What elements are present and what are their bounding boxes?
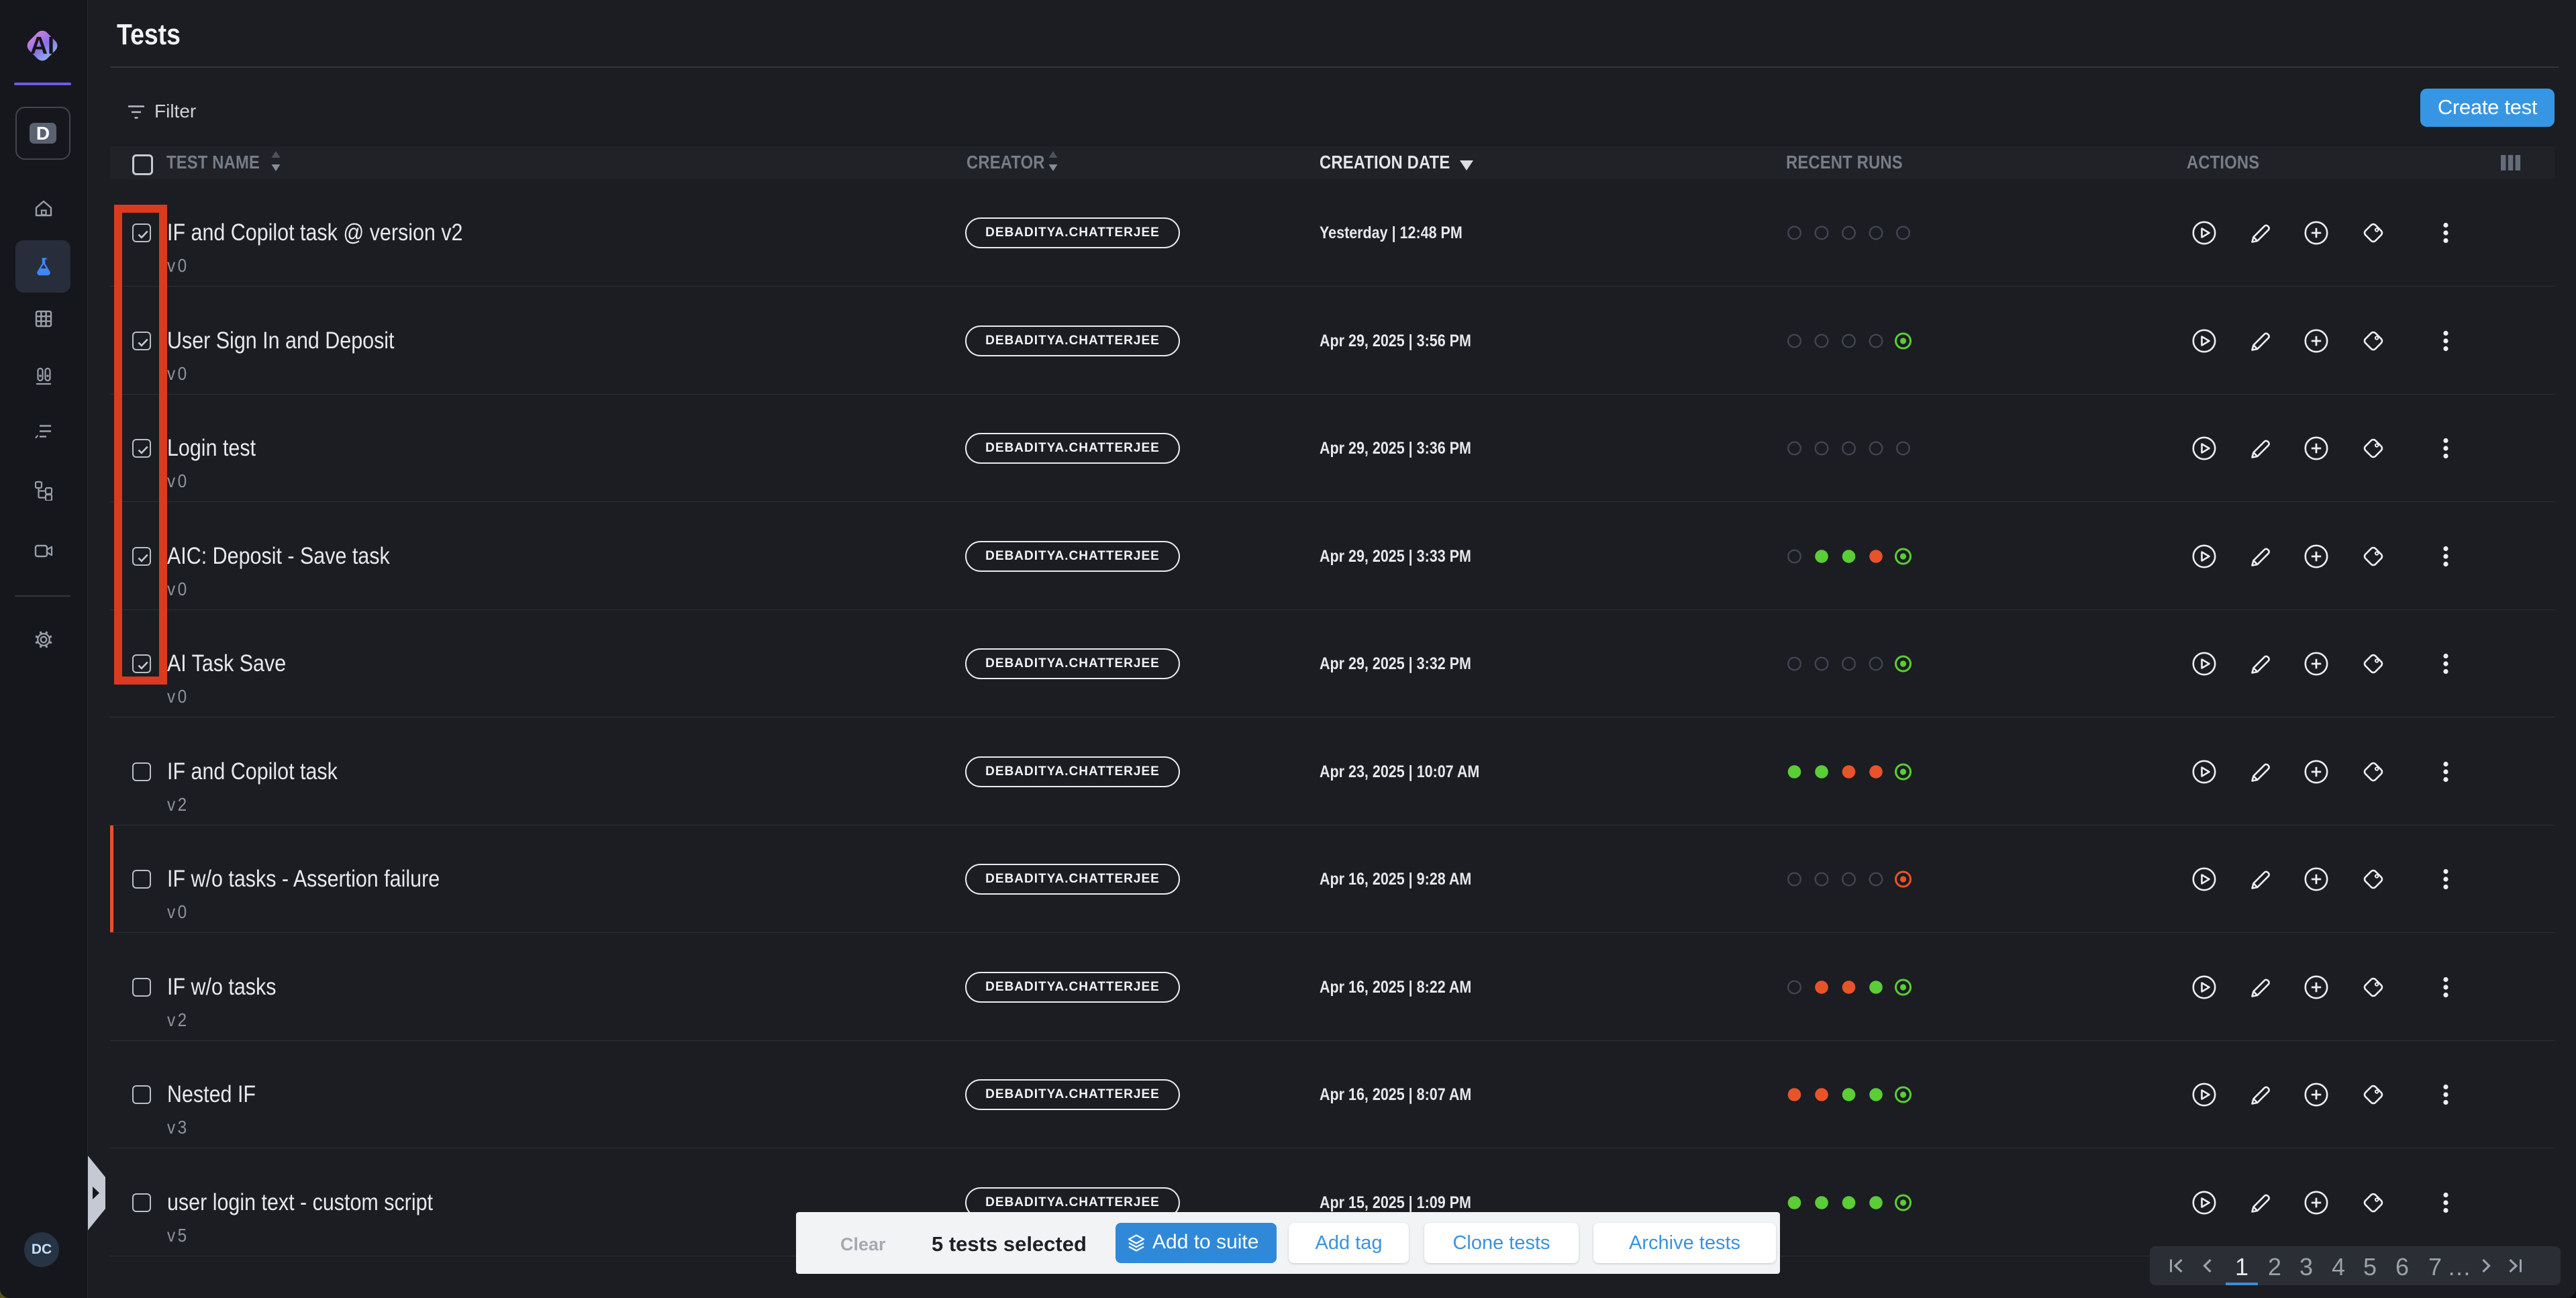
svg-text:AI: AI [30,32,54,59]
